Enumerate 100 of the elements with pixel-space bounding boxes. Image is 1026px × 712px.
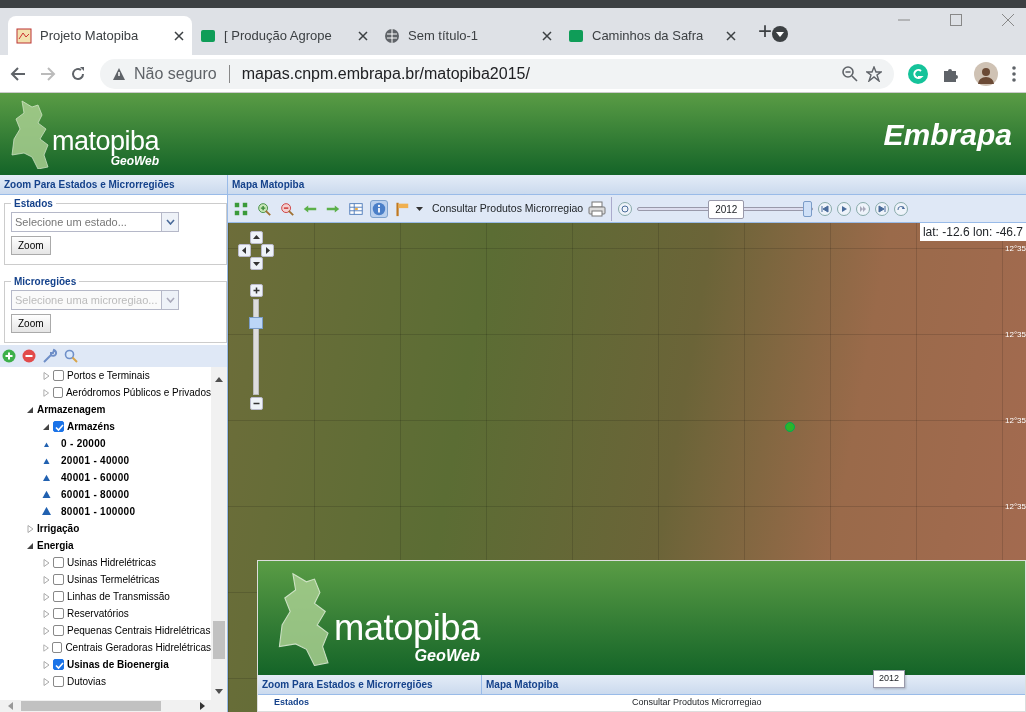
print-icon[interactable] — [588, 200, 607, 217]
scroll-right-icon[interactable] — [200, 702, 205, 710]
pan-down-button[interactable] — [249, 257, 263, 270]
collapsed-arrow-icon[interactable] — [42, 609, 50, 618]
chevron-down-icon — [165, 219, 175, 225]
tree-item-label[interactable]: Reservatórios — [67, 606, 129, 621]
checkbox[interactable] — [53, 625, 64, 636]
chevron-down-icon — [165, 297, 175, 303]
pan-right-button[interactable] — [261, 244, 274, 257]
expanded-arrow-icon[interactable] — [26, 405, 34, 414]
close-icon[interactable] — [542, 30, 552, 41]
browser-tab[interactable]: [ Produção Agrope — [192, 16, 376, 55]
collapsed-arrow-icon[interactable] — [42, 371, 50, 380]
collapsed-arrow-icon[interactable] — [42, 592, 50, 601]
partner-logo: Embrapa — [883, 116, 1012, 153]
collapsed-arrow-icon[interactable] — [42, 388, 50, 397]
year-tooltip: 2012 — [873, 670, 906, 688]
sheet-icon — [568, 27, 584, 44]
checkbox[interactable] — [53, 574, 64, 585]
close-icon[interactable] — [358, 30, 368, 41]
checkbox[interactable] — [53, 370, 64, 381]
collapsed-arrow-icon[interactable] — [42, 643, 50, 652]
checkbox[interactable] — [53, 608, 64, 619]
collapsed-arrow-icon[interactable] — [42, 626, 50, 635]
extension-badge-icon[interactable] — [908, 63, 928, 84]
forward-arrow-icon[interactable] — [40, 65, 56, 82]
remove-icon[interactable] — [22, 349, 36, 363]
tree-item-label[interactable]: Dutovias — [67, 674, 106, 689]
reload-icon[interactable] — [70, 65, 86, 82]
tree-item-label[interactable]: Pequenas Centrais Hidrelétricas — [67, 623, 211, 638]
caret-icon[interactable] — [416, 206, 423, 211]
last-button[interactable] — [875, 201, 890, 216]
expanded-arrow-icon[interactable] — [42, 422, 50, 431]
dropdown-icon[interactable] — [772, 26, 788, 42]
first-button[interactable] — [818, 201, 833, 216]
add-icon[interactable] — [2, 349, 16, 363]
checkbox[interactable] — [53, 676, 64, 687]
checkbox[interactable] — [52, 387, 63, 398]
tree-item-label[interactable]: Portos e Terminais — [67, 368, 150, 383]
browser-tab[interactable]: Sem título-1 — [376, 16, 560, 55]
browser-tab[interactable]: Projeto Matopiba — [8, 16, 192, 55]
collapsed-arrow-icon[interactable] — [42, 575, 50, 584]
panel-title: Zoom Para Estados e Microrregiões — [258, 675, 482, 695]
checkbox[interactable] — [52, 642, 63, 653]
scrollbar-thumb[interactable] — [213, 621, 225, 659]
zoom-in-button[interactable] — [249, 284, 263, 297]
checkbox[interactable] — [53, 659, 64, 670]
loop-button[interactable] — [894, 201, 909, 216]
zoom-icon[interactable] — [842, 65, 858, 82]
query-link[interactable]: Consultar Produtos Microrregiao — [482, 695, 762, 709]
tree-item-label[interactable]: Centrais Geradoras Hidrelétricas — [65, 640, 211, 655]
collapsed-arrow-icon[interactable] — [42, 558, 50, 567]
scroll-up-icon[interactable] — [215, 377, 223, 382]
expanded-arrow-icon[interactable] — [26, 541, 34, 550]
tree-item-label[interactable]: Armazéns — [67, 419, 115, 434]
pan-up-button[interactable] — [249, 231, 263, 244]
reset-button[interactable] — [618, 201, 633, 216]
tree-item-label[interactable]: Linhas de Transmissão — [67, 589, 170, 604]
scroll-left-icon[interactable] — [8, 702, 13, 710]
scrollbar-thumb[interactable] — [21, 701, 161, 711]
tree-item-label[interactable]: Usinas de Bioenergia — [67, 657, 169, 672]
checkbox[interactable] — [53, 591, 64, 602]
first-icon — [819, 202, 832, 215]
info-button[interactable] — [370, 199, 388, 218]
select-field[interactable]: Selecione um estado... — [11, 212, 179, 232]
warning-icon — [112, 66, 126, 81]
pan-left-button[interactable] — [238, 244, 251, 257]
close-icon[interactable] — [726, 30, 736, 41]
query-link[interactable]: Consultar Produtos Microrregiao — [432, 200, 584, 217]
collapsed-arrow-icon[interactable] — [26, 524, 34, 533]
panel-title: Zoom Para Estados e Microrregiões — [0, 175, 227, 195]
tree-item-label[interactable]: Usinas Termelétricas — [67, 572, 160, 587]
wrench-icon[interactable] — [42, 348, 58, 364]
tree-item-label[interactable]: Aeródromos Públicos e Privados — [65, 385, 211, 400]
url-text[interactable]: mapas.cnpm.embrapa.br/matopiba2015/ — [241, 61, 834, 86]
zoom-out-button[interactable] — [249, 397, 263, 410]
avatar-icon[interactable] — [974, 61, 998, 86]
tree-item-label[interactable]: Usinas Hidrelétricas — [67, 555, 156, 570]
logo-text: matopiba — [333, 610, 480, 647]
collapsed-arrow-icon[interactable] — [42, 660, 50, 669]
back-arrow-icon[interactable] — [10, 65, 26, 82]
browser-tab[interactable]: Caminhos da Safra — [560, 16, 744, 55]
search-icon[interactable] — [64, 349, 78, 363]
scroll-down-icon[interactable] — [215, 689, 223, 694]
tree-item-label[interactable]: Energia — [37, 538, 74, 553]
close-icon[interactable] — [174, 30, 184, 41]
maximize-icon[interactable] — [950, 14, 962, 26]
tree-item-label[interactable]: Irrigação — [37, 521, 80, 536]
collapsed-arrow-icon[interactable] — [42, 677, 50, 686]
play-button[interactable] — [837, 201, 852, 216]
new-tab-button[interactable]: + — [758, 13, 772, 49]
star-icon[interactable] — [866, 65, 882, 82]
checkbox[interactable] — [53, 421, 64, 432]
fast-forward-button[interactable] — [856, 201, 871, 216]
tree-item-label[interactable]: Armazenagem — [37, 402, 106, 417]
slider-thumb[interactable] — [803, 200, 813, 217]
more-icon[interactable] — [1012, 65, 1016, 82]
zoom-button[interactable]: Zoom — [11, 236, 51, 255]
checkbox[interactable] — [53, 557, 64, 568]
zoom-slider-thumb[interactable] — [249, 316, 263, 329]
